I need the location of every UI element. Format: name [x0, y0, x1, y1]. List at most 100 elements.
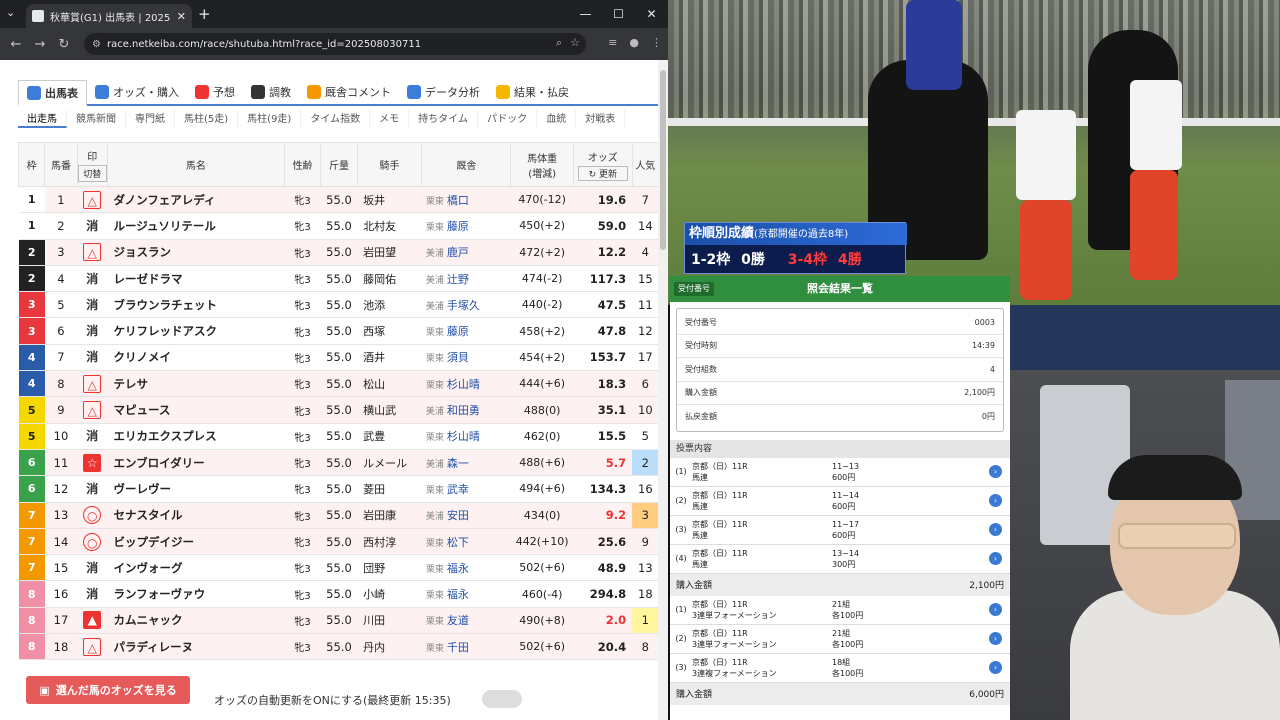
bet-item[interactable]: (1) 京都（日）11R 3連単フォーメーション 21組 各100円 ›: [670, 596, 1010, 625]
trainer-cell[interactable]: 栗東 松下: [421, 528, 511, 556]
horse-name-link[interactable]: テレサ: [107, 370, 285, 398]
mark-icon[interactable]: △: [83, 637, 102, 656]
jockey-link[interactable]: 北村友: [357, 212, 422, 240]
mark-icon[interactable]: 消: [83, 427, 101, 445]
trainer-name[interactable]: 手塚久: [447, 299, 480, 312]
main-tab-4[interactable]: 厩舎コメント: [299, 80, 399, 104]
trainer-cell[interactable]: 栗東 藤原: [421, 317, 511, 345]
mark-icon[interactable]: 消: [83, 348, 101, 366]
horse-name-link[interactable]: カムニャック: [107, 607, 285, 635]
chevron-right-icon[interactable]: ›: [989, 661, 1002, 674]
mark-icon[interactable]: 消: [83, 480, 101, 498]
trainer-cell[interactable]: 栗東 武幸: [421, 475, 511, 503]
bet-item[interactable]: (3) 京都（日）11R 馬連 11−17 600円 ›: [670, 516, 1010, 545]
sub-tab-10[interactable]: 対戦表: [576, 110, 626, 128]
zoom-icon[interactable]: ⌕: [556, 36, 562, 50]
header-umaban[interactable]: 馬番: [44, 142, 78, 187]
trainer-name[interactable]: 福永: [447, 562, 469, 575]
trainer-cell[interactable]: 栗東 福永: [421, 554, 511, 582]
mark-cell[interactable]: △: [77, 370, 108, 398]
horse-name-link[interactable]: ビップデイジー: [107, 528, 285, 556]
bet-item[interactable]: (1) 京都（日）11R 馬連 11−13 600円 ›: [670, 458, 1010, 487]
mark-icon[interactable]: ☆: [83, 453, 102, 472]
horse-name-link[interactable]: パラディレーヌ: [107, 633, 285, 661]
mark-cell[interactable]: 消: [77, 580, 108, 608]
new-tab-icon[interactable]: +: [198, 5, 211, 23]
header-kinryo[interactable]: 斤量: [320, 142, 358, 187]
horse-name-link[interactable]: ジョスラン: [107, 239, 285, 266]
trainer-name[interactable]: 藤原: [447, 325, 469, 338]
sub-tab-5[interactable]: タイム指数: [301, 110, 371, 128]
trainer-cell[interactable]: 栗東 友道: [421, 607, 511, 635]
main-tab-3[interactable]: 調教: [243, 80, 299, 104]
chevron-right-icon[interactable]: ›: [989, 523, 1002, 536]
site-info-icon[interactable]: ⚙: [92, 39, 101, 50]
auto-update-toggle[interactable]: [482, 690, 522, 708]
jockey-link[interactable]: 岩田望: [357, 239, 422, 266]
mark-cell[interactable]: △: [77, 239, 108, 266]
profile-icon[interactable]: ●: [629, 36, 639, 49]
mark-icon[interactable]: 消: [83, 296, 101, 314]
horse-name-link[interactable]: クリノメイ: [107, 344, 285, 372]
mark-icon[interactable]: ▲: [83, 611, 102, 630]
mark-icon[interactable]: △: [83, 374, 102, 393]
trainer-cell[interactable]: 栗東 橋口: [421, 186, 511, 214]
mark-cell[interactable]: 消: [77, 344, 108, 372]
trainer-name[interactable]: 森一: [447, 457, 469, 470]
mark-icon[interactable]: △: [83, 190, 102, 209]
trainer-name[interactable]: 福永: [447, 588, 469, 601]
jockey-link[interactable]: 坂井: [357, 186, 422, 214]
horse-name-link[interactable]: ケリフレッドアスク: [107, 317, 285, 345]
horse-name-link[interactable]: セナスタイル: [107, 502, 285, 529]
close-window-icon[interactable]: ✕: [635, 0, 668, 28]
trainer-cell[interactable]: 美浦 鹿戸: [421, 239, 511, 266]
mark-icon[interactable]: 消: [83, 322, 101, 340]
horse-name-link[interactable]: ランフォーヴァウ: [107, 580, 285, 608]
bet-item[interactable]: (2) 京都（日）11R 馬連 11−14 600円 ›: [670, 487, 1010, 516]
menu-icon[interactable]: ⋮: [651, 36, 662, 49]
chevron-right-icon[interactable]: ›: [989, 603, 1002, 616]
sub-tab-7[interactable]: 持ちタイム: [409, 110, 478, 128]
header-mark[interactable]: 印切替: [76, 142, 108, 187]
mark-cell[interactable]: △: [77, 633, 108, 661]
mark-icon[interactable]: ○: [83, 532, 102, 551]
mark-cell[interactable]: ▲: [77, 607, 108, 635]
trainer-cell[interactable]: 美浦 辻野: [421, 265, 511, 293]
jockey-link[interactable]: 西塚: [357, 317, 422, 345]
main-tab-0[interactable]: 出馬表: [18, 80, 87, 106]
jockey-link[interactable]: 武豊: [357, 423, 422, 450]
horse-name-link[interactable]: ヴーレヴー: [107, 475, 285, 503]
trainer-name[interactable]: 須貝: [447, 351, 469, 364]
mark-cell[interactable]: 消: [77, 212, 108, 240]
mark-cell[interactable]: 消: [77, 265, 108, 293]
page-scrollbar[interactable]: [658, 60, 668, 720]
bet-item[interactable]: (3) 京都（日）11R 3連複フォーメーション 18組 各100円 ›: [670, 654, 1010, 683]
trainer-name[interactable]: 藤原: [447, 220, 469, 233]
mark-cell[interactable]: △: [77, 186, 108, 214]
trainer-name[interactable]: 武幸: [447, 483, 469, 496]
sub-tab-3[interactable]: 馬柱(5走): [175, 110, 239, 128]
trainer-cell[interactable]: 美浦 和田勇: [421, 396, 511, 424]
chevron-right-icon[interactable]: ›: [989, 632, 1002, 645]
trainer-cell[interactable]: 栗東 須貝: [421, 344, 511, 372]
mark-cell[interactable]: 消: [77, 291, 108, 319]
horse-name-link[interactable]: エンブロイダリー: [107, 449, 285, 477]
jockey-link[interactable]: 川田: [357, 607, 422, 635]
jockey-link[interactable]: 池添: [357, 291, 422, 319]
horse-name-link[interactable]: ダノンフェアレディ: [107, 186, 285, 214]
trainer-cell[interactable]: 栗東 杉山晴: [421, 370, 511, 398]
sub-tab-2[interactable]: 専門紙: [126, 110, 175, 128]
trainer-name[interactable]: 辻野: [447, 273, 469, 286]
trainer-name[interactable]: 杉山晴: [447, 430, 480, 443]
trainer-name[interactable]: 千田: [447, 641, 469, 654]
main-tab-2[interactable]: 予想: [187, 80, 243, 104]
trainer-name[interactable]: 杉山晴: [447, 378, 480, 391]
back-icon[interactable]: ←: [4, 37, 28, 52]
trainer-cell[interactable]: 美浦 安田: [421, 502, 511, 529]
view-selected-odds-button[interactable]: ▣ 選んだ馬のオッズを見る: [26, 676, 190, 704]
trainer-cell[interactable]: 美浦 森一: [421, 449, 511, 477]
sub-tab-0[interactable]: 出走馬: [18, 110, 67, 128]
main-tab-5[interactable]: データ分析: [399, 80, 488, 104]
trainer-name[interactable]: 和田勇: [447, 404, 480, 417]
chevron-right-icon[interactable]: ›: [989, 494, 1002, 507]
